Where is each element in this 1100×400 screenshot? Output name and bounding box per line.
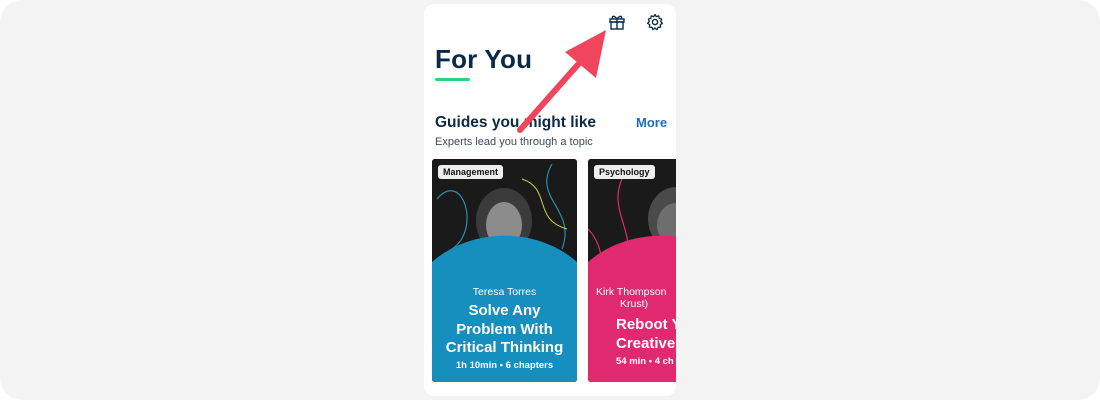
author-name-line: Krust): [620, 298, 649, 310]
guide-meta: 1h 10min • 6 chapters: [455, 360, 554, 371]
category-tag: Management: [438, 165, 504, 179]
guide-card[interactable]: Psychology Kirk Thompson Krust) Reboot Y…: [588, 159, 676, 382]
more-link[interactable]: More: [636, 115, 667, 130]
author-name: Kirk Thompson Krust): [596, 286, 676, 310]
title-underline: [435, 78, 470, 81]
guide-title-line: Creative M: [616, 334, 676, 352]
author-name-line: Kirk Thompson: [596, 286, 667, 298]
guide-title-line: Problem With: [456, 320, 553, 338]
section-subtitle: Experts lead you through a topic: [435, 136, 593, 148]
guide-title: Solve Any Problem With Critical Thinking: [432, 302, 577, 358]
settings-gear-icon[interactable]: [644, 11, 666, 33]
author-name: Teresa Torres: [472, 286, 537, 298]
app-screen: For You Guides you might like Experts le…: [424, 4, 676, 396]
gift-icon[interactable]: [606, 11, 628, 33]
background-frame: For You Guides you might like Experts le…: [0, 0, 1100, 400]
section-title: Guides you might like: [435, 114, 597, 131]
category-tag: Psychology: [594, 165, 655, 179]
page-title: For You: [435, 44, 533, 74]
guide-card[interactable]: Management Teresa Torres Solve Any Probl…: [432, 159, 577, 382]
guide-title: Reboot Y Creative M: [616, 316, 676, 353]
guide-title-line: Critical Thinking: [445, 339, 564, 356]
guide-title-line: Reboot Y: [616, 316, 676, 333]
guide-meta: 54 min • 4 ch: [616, 356, 674, 367]
guide-title-line: Solve Any: [468, 302, 541, 319]
